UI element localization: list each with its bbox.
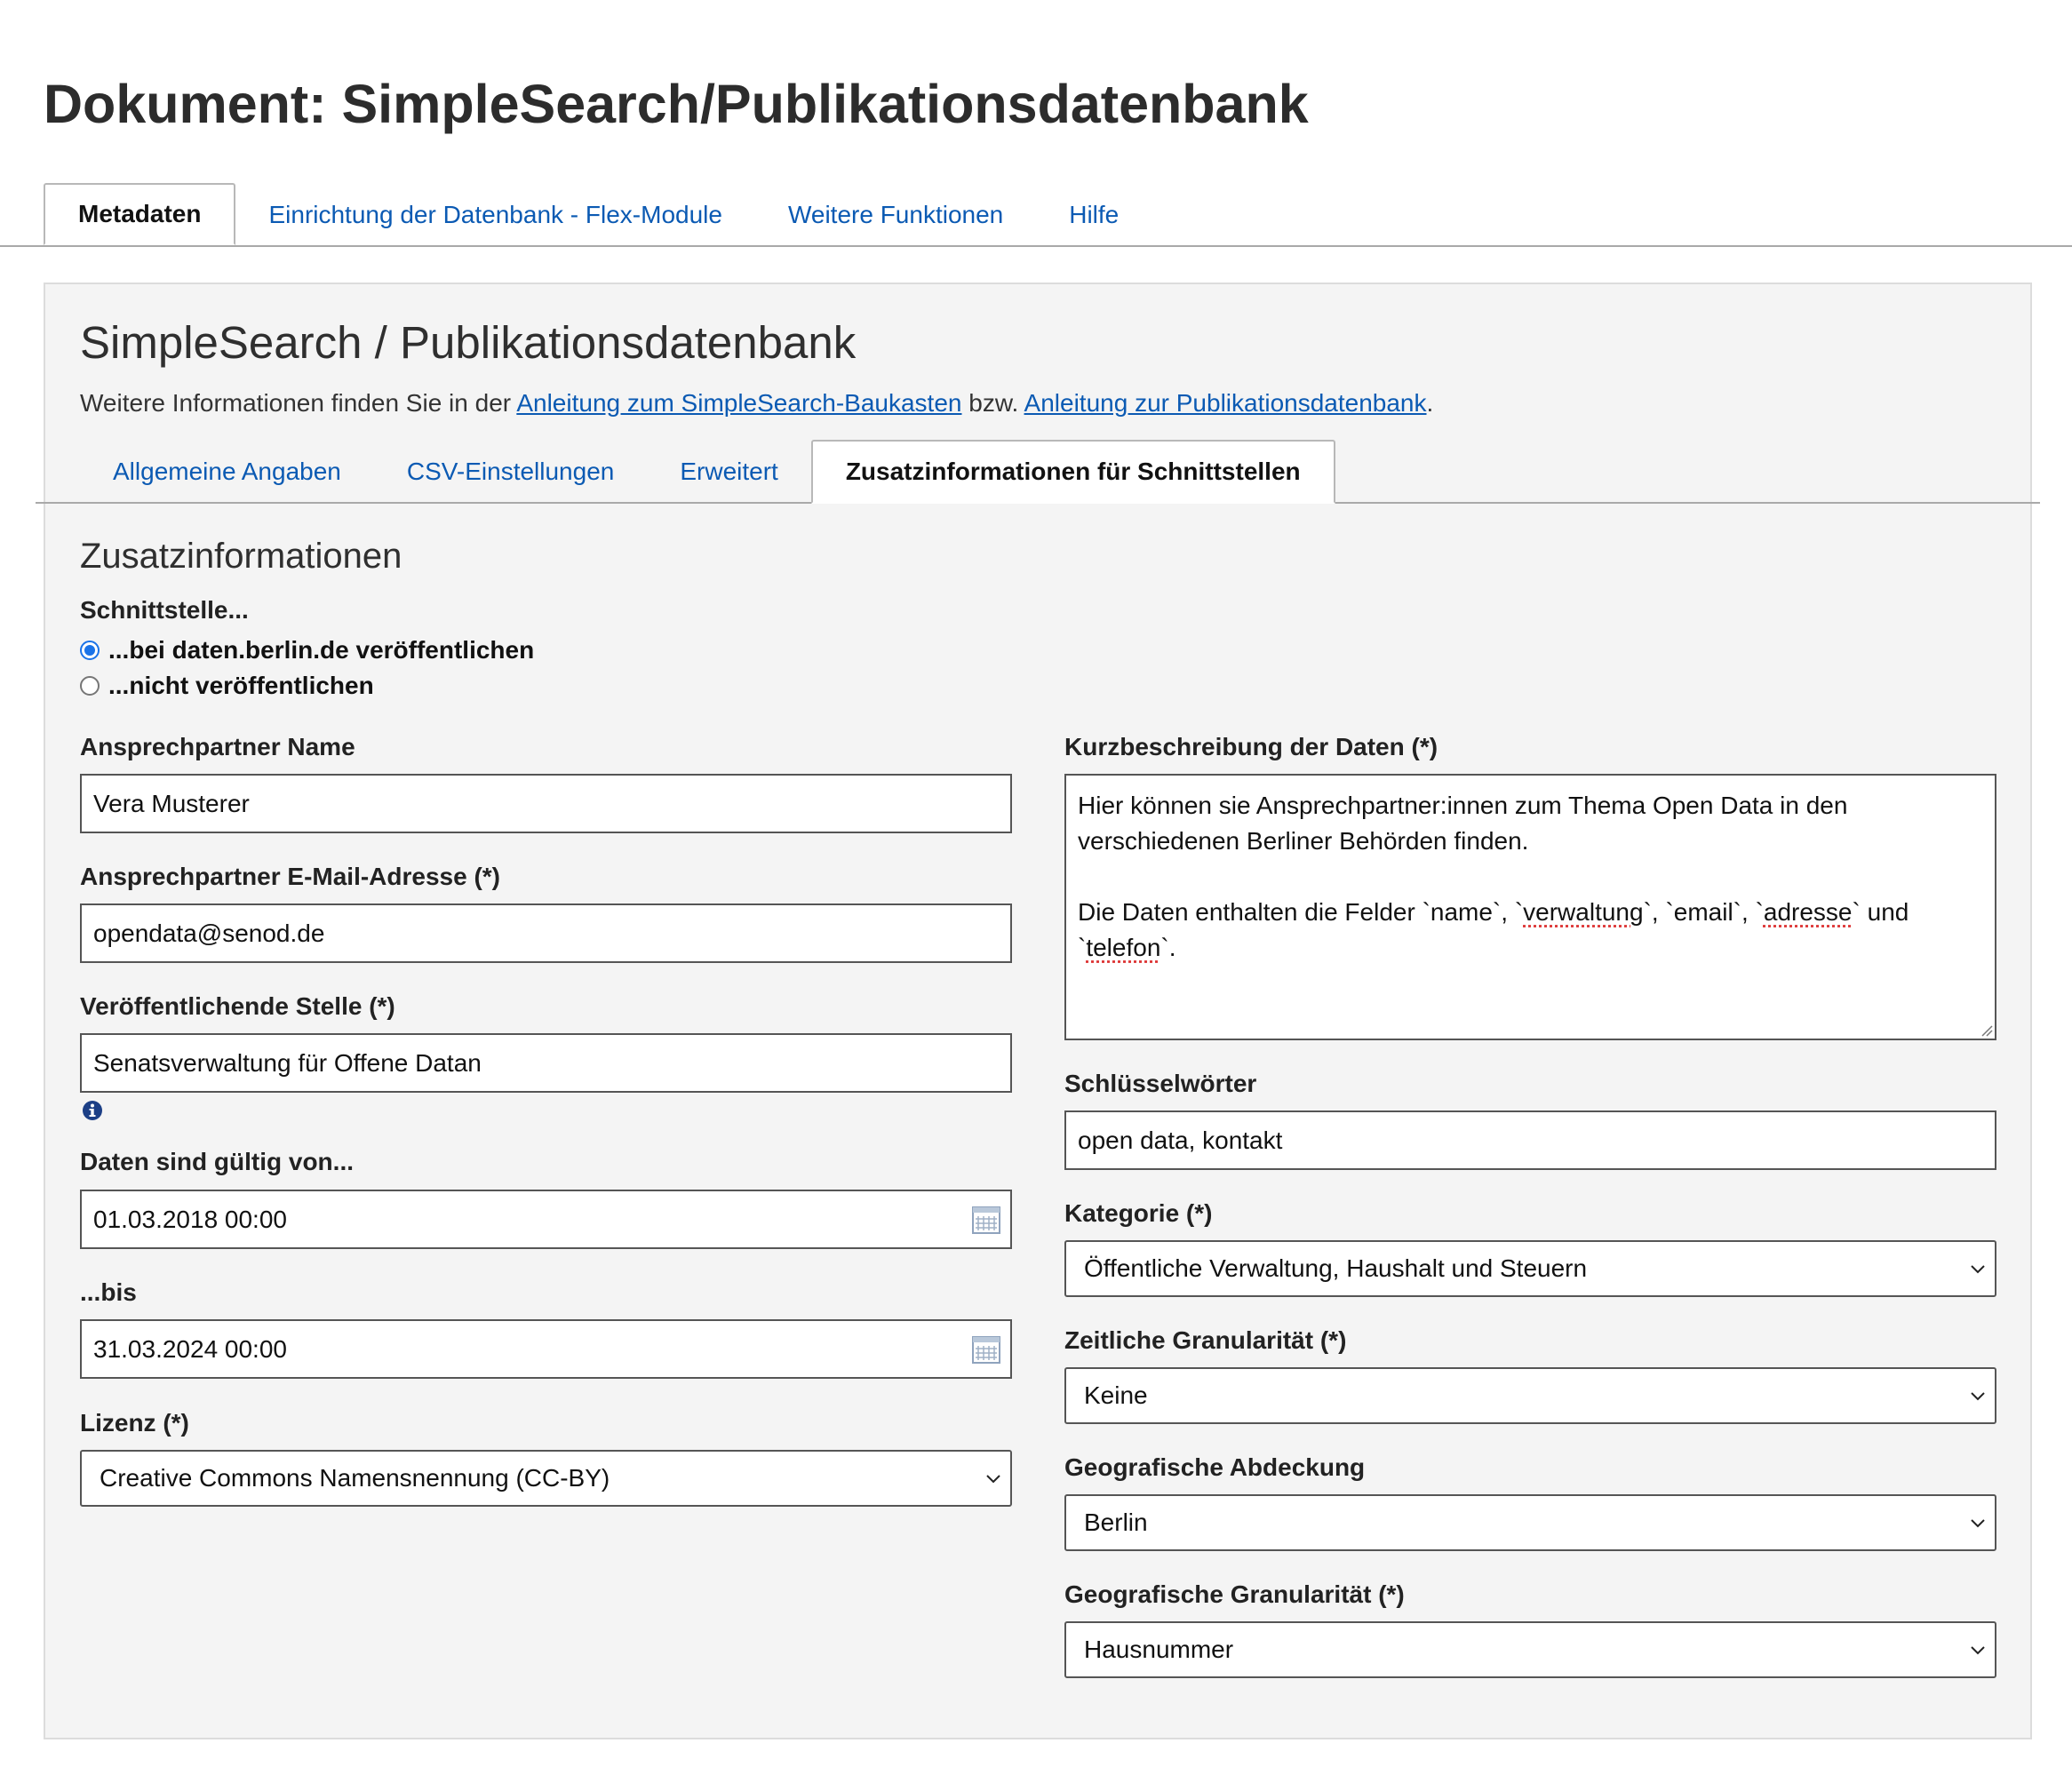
tab-metadaten[interactable]: Metadaten [44,183,236,245]
info-icon[interactable] [82,1100,103,1121]
license-select[interactable]: Creative Commons Namensnennung (CC-BY) [80,1450,1012,1507]
panel-title: SimpleSearch / Publikationsdatenbank [80,317,857,368]
tab-csv-einstellungen[interactable]: CSV-Einstellungen [374,440,647,504]
chevron-down-icon [1971,1519,1985,1528]
chevron-down-icon [1971,1646,1985,1655]
description-text: `, `email`, ` [1643,898,1764,926]
license-label: Lizenz (*) [80,1409,189,1437]
panel-info-text: Weitere Informationen finden Sie in der … [80,389,1433,418]
calendar-icon[interactable] [971,1205,1001,1235]
radio-publish[interactable] [80,641,100,660]
keywords-value: open data, kontakt [1078,1126,1283,1154]
spellcheck-word: adresse [1763,898,1853,926]
publisher-input[interactable]: Senatsverwaltung für Offene Datan [80,1033,1012,1093]
info-prefix: Weitere Informationen finden Sie in der [80,389,517,417]
calendar-icon[interactable] [971,1334,1001,1365]
keywords-label: Schlüsselwörter [1064,1070,1257,1097]
contact-name-value: Vera Musterer [93,789,250,817]
radio-not-publish-label[interactable]: ...nicht veröffentlichen [108,672,374,700]
info-suffix: . [1426,389,1434,417]
section-heading: Zusatzinformationen [80,537,402,576]
category-select[interactable]: Öffentliche Verwaltung, Haushalt und Ste… [1064,1240,1996,1297]
description-text: `. [1160,934,1176,961]
description-textarea[interactable]: Hier können sie Ansprechpartner:innen zu… [1064,774,1996,1040]
radio-row-not-publish[interactable]: ...nicht veröffentlichen [80,672,374,700]
spellcheck-word: telefon [1086,934,1161,961]
chevron-down-icon [1971,1392,1985,1401]
license-value: Creative Commons Namensnennung (CC-BY) [100,1464,610,1492]
geo-granularity-select[interactable]: Hausnummer [1064,1621,1996,1678]
keywords-input[interactable]: open data, kontakt [1064,1110,1996,1170]
sub-tab-bar: Allgemeine Angaben CSV-Einstellungen Erw… [80,440,1335,504]
chevron-down-icon [986,1475,1000,1484]
contact-name-label: Ansprechpartner Name [80,733,355,760]
geo-granularity-label: Geografische Granularität (*) [1064,1580,1405,1608]
valid-from-input[interactable]: 01.03.2018 00:00 [80,1190,1012,1249]
tab-weitere-funktionen[interactable]: Weitere Funktionen [755,183,1036,247]
link-anleitung-publikationsdatenbank[interactable]: Anleitung zur Publikationsdatenbank [1024,389,1427,417]
geo-coverage-select[interactable]: Berlin [1064,1494,1996,1551]
radio-not-publish[interactable] [80,676,100,696]
valid-to-input[interactable]: 31.03.2024 00:00 [80,1319,1012,1379]
contact-email-input[interactable]: opendata@senod.de [80,903,1012,963]
publisher-label: Veröffentlichende Stelle (*) [80,992,395,1020]
spellcheck-word: verwaltung [1523,898,1644,926]
publisher-value: Senatsverwaltung für Offene Datan [93,1048,482,1077]
chevron-down-icon [1971,1265,1985,1274]
time-granularity-select[interactable]: Keine [1064,1367,1996,1424]
category-value: Öffentliche Verwaltung, Haushalt und Ste… [1084,1254,1588,1282]
resize-handle-icon[interactable] [1979,1023,1993,1037]
description-paragraph-2: Die Daten enthalten die Felder `name`, `… [1078,895,1983,966]
tab-einrichtung-datenbank[interactable]: Einrichtung der Datenbank - Flex-Module [235,183,754,247]
geo-coverage-value: Berlin [1084,1508,1148,1536]
page-title: Dokument: SimpleSearch/Publikationsdaten… [44,74,1309,134]
radio-publish-label[interactable]: ...bei daten.berlin.de veröffentlichen [108,636,534,665]
description-text: Die Daten enthalten die Felder `name`, ` [1078,898,1524,926]
contact-email-label: Ansprechpartner E-Mail-Adresse (*) [80,863,501,890]
description-paragraph-1: Hier können sie Ansprechpartner:innen zu… [1078,792,1848,855]
top-tab-bar: Metadaten Einrichtung der Datenbank - Fl… [44,183,1152,247]
valid-from-label: Daten sind gültig von... [80,1148,354,1175]
contact-email-value: opendata@senod.de [93,919,325,947]
tab-allgemeine-angaben[interactable]: Allgemeine Angaben [80,440,374,504]
tab-zusatzinformationen[interactable]: Zusatzinformationen für Schnittstellen [810,440,1335,504]
time-granularity-value: Keine [1084,1381,1148,1409]
description-label: Kurzbeschreibung der Daten (*) [1064,733,1438,760]
contact-name-input[interactable]: Vera Musterer [80,774,1012,833]
geo-granularity-value: Hausnummer [1084,1636,1234,1663]
link-anleitung-baukasten[interactable]: Anleitung zum SimpleSearch-Baukasten [516,389,961,417]
category-label: Kategorie (*) [1064,1199,1213,1227]
valid-to-label: ...bis [80,1278,137,1306]
time-granularity-label: Zeitliche Granularität (*) [1064,1326,1347,1354]
geo-coverage-label: Geografische Abdeckung [1064,1453,1366,1481]
radio-row-publish[interactable]: ...bei daten.berlin.de veröffentlichen [80,636,534,665]
interface-label: Schnittstelle... [80,596,249,624]
tab-hilfe[interactable]: Hilfe [1036,183,1152,247]
tab-erweitert[interactable]: Erweitert [647,440,810,504]
valid-to-value: 31.03.2024 00:00 [93,1334,287,1363]
info-middle: bzw. [961,389,1024,417]
valid-from-value: 01.03.2018 00:00 [93,1205,287,1233]
